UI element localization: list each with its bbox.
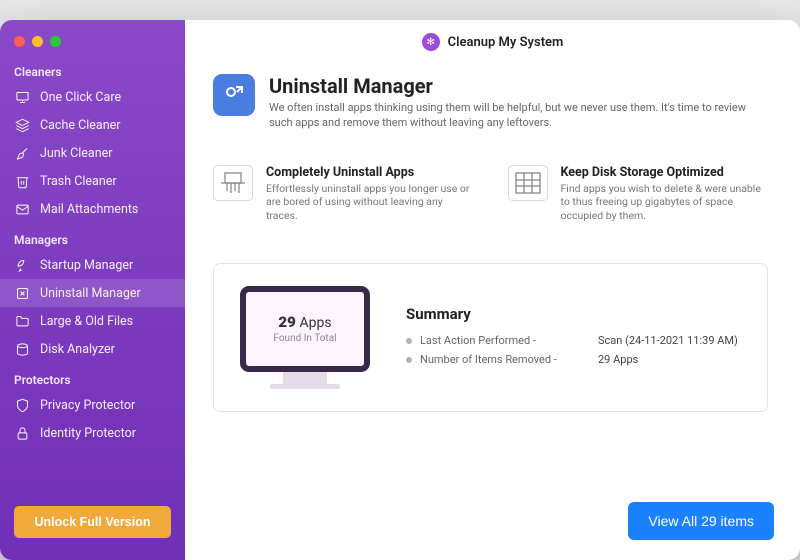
feature-desc: Find apps you wish to delete & were unab… [561, 182, 769, 223]
sidebar-item-label: Large & Old Files [40, 314, 133, 329]
sidebar-item-label: Cache Cleaner [40, 118, 120, 133]
summary-count-sub: Found In Total [273, 333, 336, 344]
monitor-graphic: 29 Apps Found In Total [240, 286, 370, 389]
view-all-items-button[interactable]: View All 29 items [628, 502, 774, 540]
sidebar-item-identity-protector[interactable]: Identity Protector [0, 419, 185, 447]
sidebar-section-cleaners: Cleaners [0, 55, 185, 83]
monitor-icon [14, 89, 30, 105]
minimize-icon[interactable] [32, 36, 43, 47]
sidebar-item-label: Junk Cleaner [40, 146, 113, 161]
page-subtitle: We often install apps thinking using the… [269, 100, 759, 131]
summary-row: Last Action Performed - Scan (24-11-2021… [406, 331, 741, 350]
feature-title: Keep Disk Storage Optimized [561, 165, 769, 180]
feature-card: Keep Disk Storage Optimized Find apps yo… [508, 165, 769, 223]
sidebar-section-protectors: Protectors [0, 363, 185, 391]
disk-icon [14, 341, 30, 357]
app-window: Cleaners One Click Care Cache Cleaner Ju… [0, 20, 800, 560]
sidebar-item-disk-analyzer[interactable]: Disk Analyzer [0, 335, 185, 363]
page-header: Uninstall Manager We often install apps … [213, 74, 768, 131]
sidebar-item-label: Mail Attachments [40, 202, 138, 217]
app-logo-icon: ✻ [422, 33, 440, 51]
bullet-icon [406, 357, 412, 363]
lock-icon [14, 425, 30, 441]
trash-icon [14, 173, 30, 189]
page-icon [213, 74, 255, 116]
grid-icon [508, 165, 548, 201]
content: Uninstall Manager We often install apps … [185, 64, 800, 488]
summary-row: Number of Items Removed - 29 Apps [406, 350, 741, 369]
summary-title: Summary [406, 305, 741, 323]
maximize-icon[interactable] [50, 36, 61, 47]
sidebar-item-one-click-care[interactable]: One Click Care [0, 83, 185, 111]
sidebar-item-label: Identity Protector [40, 426, 136, 441]
layers-icon [14, 117, 30, 133]
feature-card: Completely Uninstall Apps Effortlessly u… [213, 165, 474, 223]
monitor-base [270, 384, 340, 389]
footer: View All 29 items [185, 488, 800, 560]
feature-title: Completely Uninstall Apps [266, 165, 474, 180]
page-title: Uninstall Manager [269, 74, 759, 98]
close-icon[interactable] [14, 36, 25, 47]
unlock-full-version-button[interactable]: Unlock Full Version [14, 506, 171, 538]
main-panel: ✻ Cleanup My System Uninstall Manager We… [185, 20, 800, 560]
shield-icon [14, 397, 30, 413]
folder-icon [14, 313, 30, 329]
broom-icon [14, 145, 30, 161]
uninstall-icon [14, 285, 30, 301]
summary-label: Number of Items Removed - [420, 353, 590, 366]
feature-row: Completely Uninstall Apps Effortlessly u… [213, 165, 768, 223]
sidebar-item-uninstall-manager[interactable]: Uninstall Manager [0, 279, 185, 307]
sidebar-item-label: Uninstall Manager [40, 286, 141, 301]
monitor-stand [283, 372, 327, 384]
summary-body: Summary Last Action Performed - Scan (24… [406, 305, 741, 369]
window-controls [0, 28, 185, 55]
sidebar-item-privacy-protector[interactable]: Privacy Protector [0, 391, 185, 419]
sidebar: Cleaners One Click Care Cache Cleaner Ju… [0, 20, 185, 560]
shredder-icon [213, 165, 253, 201]
bullet-icon [406, 338, 412, 344]
sidebar-item-label: Trash Cleaner [40, 174, 117, 189]
summary-value: 29 Apps [598, 353, 638, 366]
summary-label: Last Action Performed - [420, 334, 590, 347]
title-bar: ✻ Cleanup My System [185, 20, 800, 64]
sidebar-item-startup-manager[interactable]: Startup Manager [0, 251, 185, 279]
sidebar-item-cache-cleaner[interactable]: Cache Cleaner [0, 111, 185, 139]
sidebar-item-large-old-files[interactable]: Large & Old Files [0, 307, 185, 335]
sidebar-item-label: Disk Analyzer [40, 342, 115, 357]
sidebar-item-junk-cleaner[interactable]: Junk Cleaner [0, 139, 185, 167]
rocket-icon [14, 257, 30, 273]
app-title: Cleanup My System [448, 35, 564, 50]
sidebar-item-mail-attachments[interactable]: Mail Attachments [0, 195, 185, 223]
sidebar-section-managers: Managers [0, 223, 185, 251]
summary-count: 29 Apps [278, 313, 331, 331]
summary-value: Scan (24-11-2021 11:39 AM) [598, 334, 738, 347]
monitor-screen: 29 Apps Found In Total [240, 286, 370, 372]
sidebar-item-label: One Click Care [40, 90, 121, 105]
summary-card: 29 Apps Found In Total Summary Last Acti… [213, 263, 768, 412]
sidebar-item-trash-cleaner[interactable]: Trash Cleaner [0, 167, 185, 195]
mail-icon [14, 201, 30, 217]
sidebar-item-label: Startup Manager [40, 258, 133, 273]
sidebar-item-label: Privacy Protector [40, 398, 135, 413]
feature-desc: Effortlessly uninstall apps you longer u… [266, 182, 474, 223]
